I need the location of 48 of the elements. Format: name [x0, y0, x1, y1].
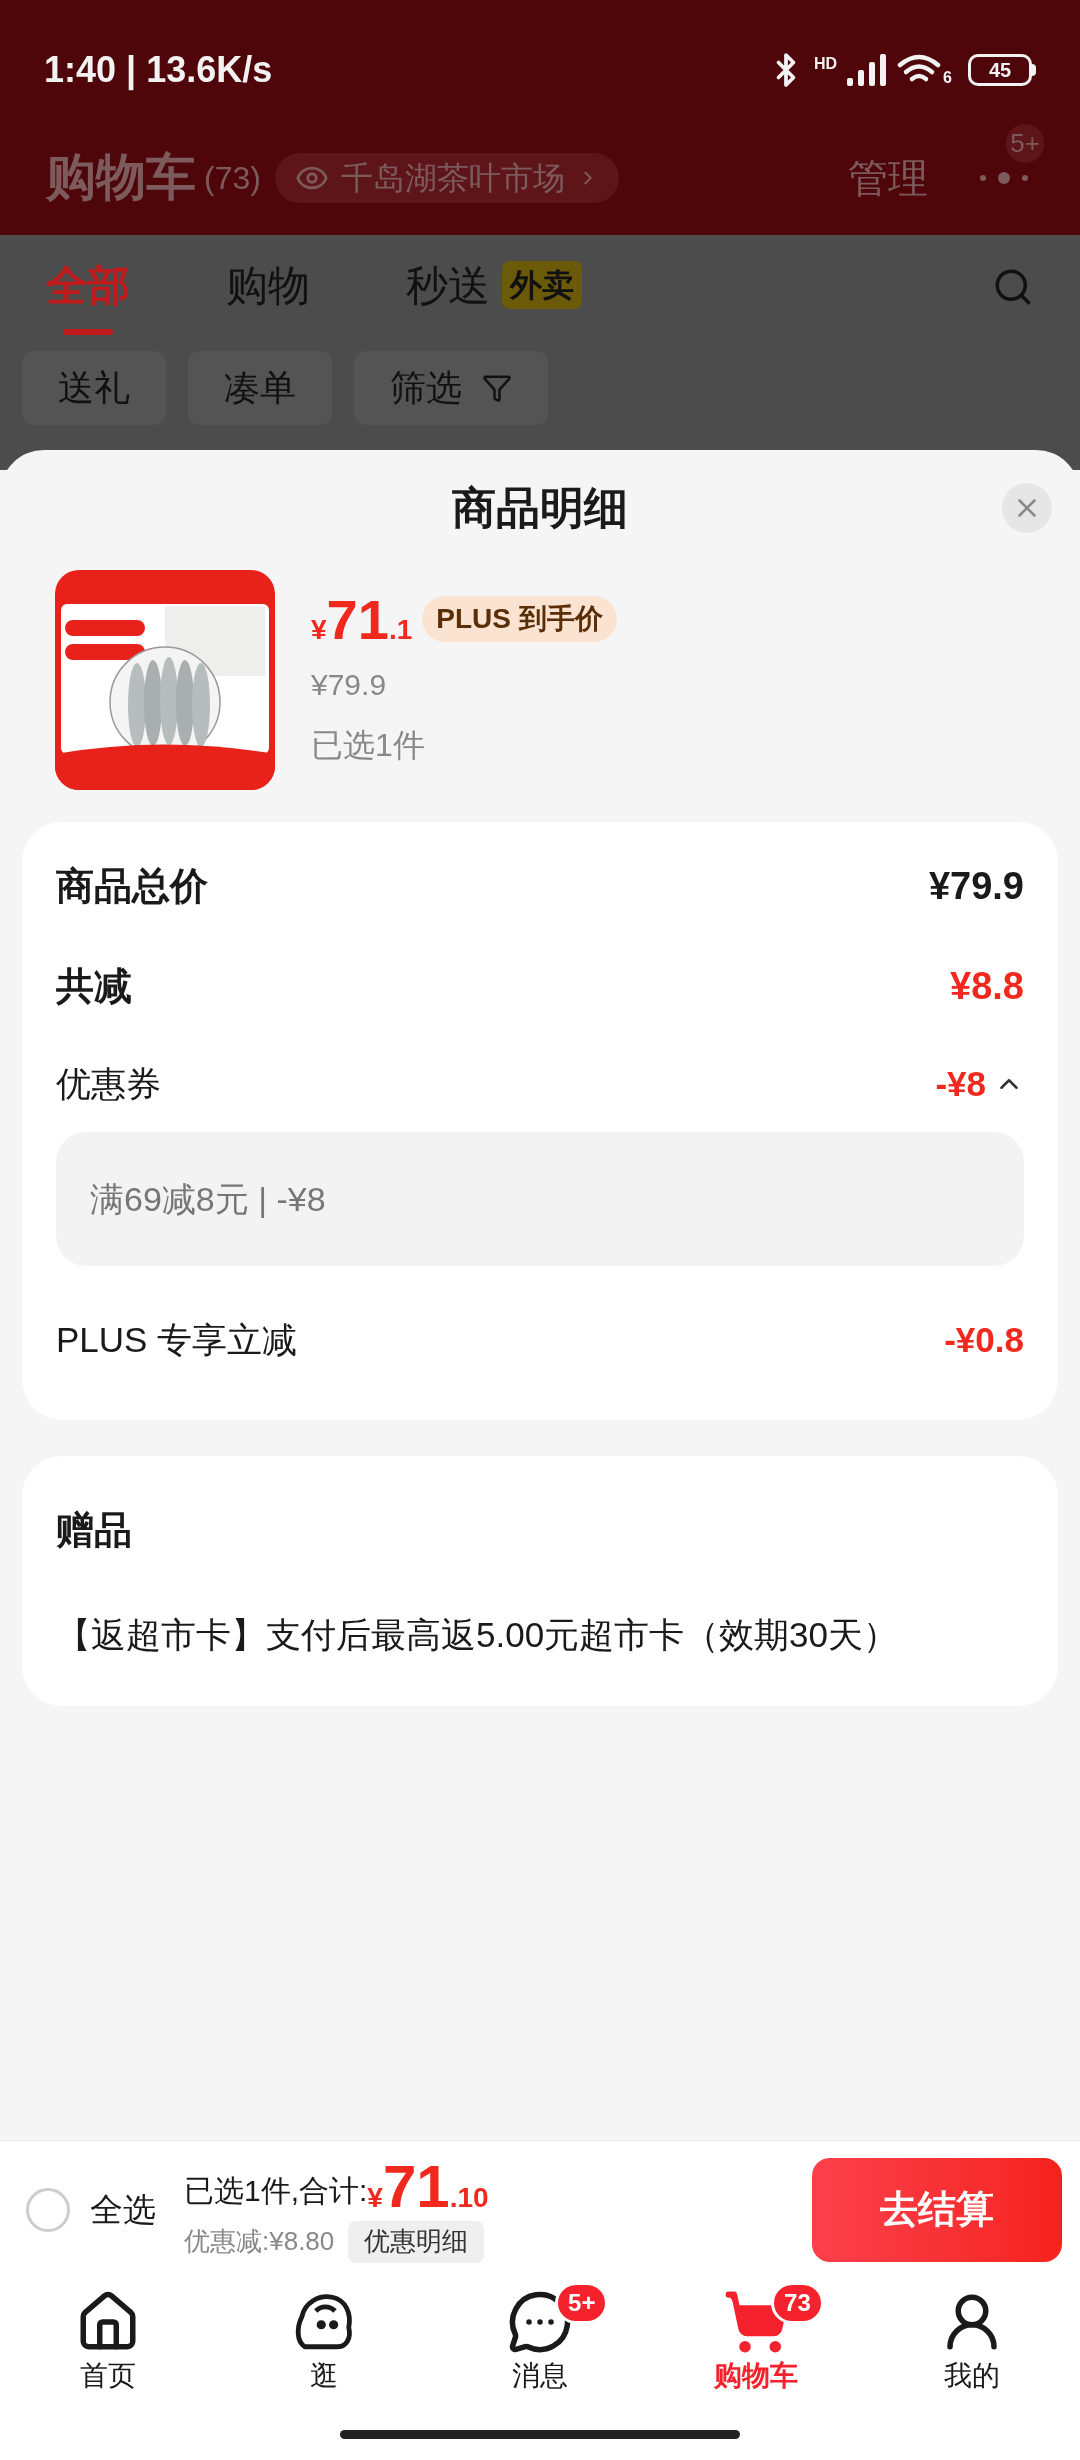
gift-description: 【返超市卡】支付后最高返5.00元超市卡（效期30天）: [56, 1614, 900, 1656]
nav-tab[interactable]: 逛: [216, 2278, 432, 2408]
discount-amount: 优惠减:¥8.80: [184, 2225, 335, 2258]
select-all-checkbox[interactable]: [26, 2187, 70, 2232]
row-value: ¥79.9: [928, 863, 1024, 909]
row-label: PLUS 专享立减: [56, 1318, 298, 1361]
original-price: ¥79.9: [311, 666, 388, 703]
filter-chip[interactable]: 送礼: [22, 351, 166, 425]
row-label: 商品总价: [56, 863, 208, 909]
location-chip[interactable]: 千岛湖茶叶市场: [274, 152, 619, 203]
plus-price: ¥71.1: [311, 591, 413, 648]
network-label: HD: [814, 54, 838, 74]
row-value: ¥8.8: [950, 963, 1024, 1009]
filter-chip[interactable]: 筛选: [354, 351, 548, 425]
nav-tab[interactable]: 消息 5+: [432, 2278, 648, 2408]
notification-badge: 73: [771, 2282, 824, 2324]
wifi-label: 6: [943, 68, 952, 88]
select-all-label: 全选: [90, 2189, 156, 2230]
close-button[interactable]: [1002, 483, 1052, 533]
battery-level: 45: [988, 60, 1012, 80]
row-value: -¥0.8: [944, 1318, 1024, 1361]
selected-count: 已选1件: [311, 725, 426, 765]
category-tab[interactable]: 购物: [226, 239, 310, 335]
total-label: 已选1件,合计:: [184, 2172, 368, 2209]
status-time: 1:40 | 13.6K/s: [44, 48, 273, 93]
notification-badge: 5+: [1006, 123, 1044, 163]
checkout-button[interactable]: 去结算: [812, 2157, 1062, 2262]
filter-chip[interactable]: 凑单: [188, 351, 332, 425]
row-label: 共减: [56, 963, 132, 1009]
manage-button[interactable]: 管理: [848, 147, 928, 208]
gift-title: 赠品: [56, 1508, 133, 1553]
category-tab[interactable]: 秒送 外卖: [406, 239, 582, 335]
takeout-badge: 外卖: [502, 261, 582, 309]
nav-tab[interactable]: 购物车 73: [648, 2278, 864, 2408]
discount-detail-button[interactable]: 优惠明细: [348, 2220, 485, 2263]
funnel-icon: [482, 373, 512, 403]
more-dots-icon: [979, 171, 1029, 184]
coupon-detail: 满69减8元 | -¥8: [56, 1132, 1024, 1266]
signal-icon: [847, 54, 888, 86]
row-label: 优惠券: [56, 1062, 161, 1105]
coupon-toggle[interactable]: -¥8: [935, 1057, 1024, 1111]
nav-tab[interactable]: 首页: [0, 2278, 216, 2408]
sheet-title: 商品明细: [452, 482, 628, 534]
total-price: ¥71.10: [367, 2156, 489, 2217]
plus-price-tag: PLUS 到手价: [422, 595, 617, 642]
page-title: 购物车: [46, 148, 196, 207]
nav-tab[interactable]: 我的: [864, 2278, 1080, 2408]
cart-count: (73): [204, 158, 261, 198]
